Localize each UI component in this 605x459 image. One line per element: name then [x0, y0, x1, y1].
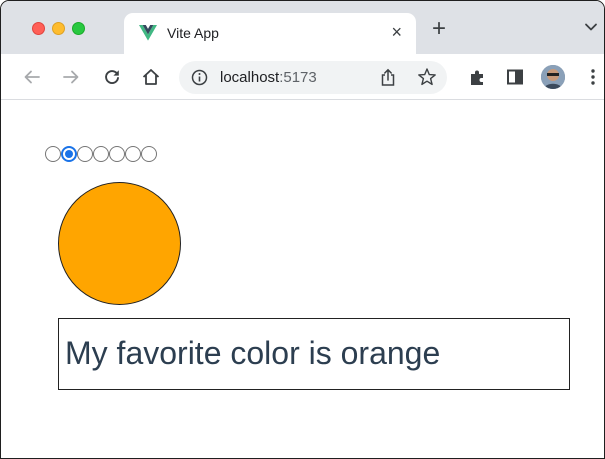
tab-strip: Vite App × + [1, 1, 604, 54]
vue-logo-icon [139, 25, 157, 41]
more-vertical-icon [591, 69, 595, 85]
reload-icon [105, 70, 119, 84]
star-icon[interactable] [417, 67, 437, 87]
forward-button[interactable] [60, 66, 82, 88]
close-window-button[interactable] [32, 22, 45, 35]
profile-avatar[interactable] [541, 65, 565, 89]
zoom-window-button[interactable] [72, 22, 85, 35]
puzzle-icon [471, 70, 483, 85]
color-radio-1[interactable] [45, 146, 61, 162]
tab-vite-app[interactable]: Vite App × [124, 13, 416, 54]
home-icon [142, 69, 160, 85]
url-text[interactable]: localhost:5173 [220, 69, 317, 86]
color-radio-2[interactable] [61, 146, 77, 162]
reload-button[interactable] [101, 66, 123, 88]
tab-close-button[interactable]: × [391, 22, 402, 42]
info-icon[interactable] [191, 69, 208, 86]
color-radio-group [45, 146, 157, 162]
browser-menu-button[interactable] [582, 66, 604, 88]
color-radio-3[interactable] [77, 146, 93, 162]
back-button[interactable] [21, 66, 43, 88]
new-tab-button[interactable]: + [432, 17, 446, 41]
browser-toolbar: localhost:5173 [1, 54, 604, 100]
color-caption: My favorite color is orange [65, 335, 441, 371]
side-panel-button[interactable] [504, 66, 526, 88]
color-radio-5[interactable] [109, 146, 125, 162]
minimize-window-button[interactable] [52, 22, 65, 35]
home-button[interactable] [140, 66, 162, 88]
color-caption-box: My favorite color is orange [58, 318, 570, 390]
color-radio-7[interactable] [141, 146, 157, 162]
browser-window: Vite App × + localhost:5173 My favorite … [0, 0, 605, 459]
color-circle [58, 182, 181, 305]
color-radio-4[interactable] [93, 146, 109, 162]
avatar-icon [541, 65, 565, 89]
arrow-left-icon [24, 70, 40, 84]
tab-title: Vite App [167, 25, 219, 41]
url-port: :5173 [279, 69, 317, 86]
url-host: localhost [220, 69, 280, 86]
color-radio-6[interactable] [125, 146, 141, 162]
chevron-down-icon[interactable] [584, 20, 598, 34]
extensions-button[interactable] [467, 66, 489, 88]
arrow-right-icon [63, 70, 79, 84]
address-bar[interactable]: localhost:5173 [179, 61, 447, 94]
side-panel-icon [507, 69, 523, 85]
page-content: My favorite color is orange [1, 101, 604, 458]
share-icon[interactable] [379, 68, 397, 87]
